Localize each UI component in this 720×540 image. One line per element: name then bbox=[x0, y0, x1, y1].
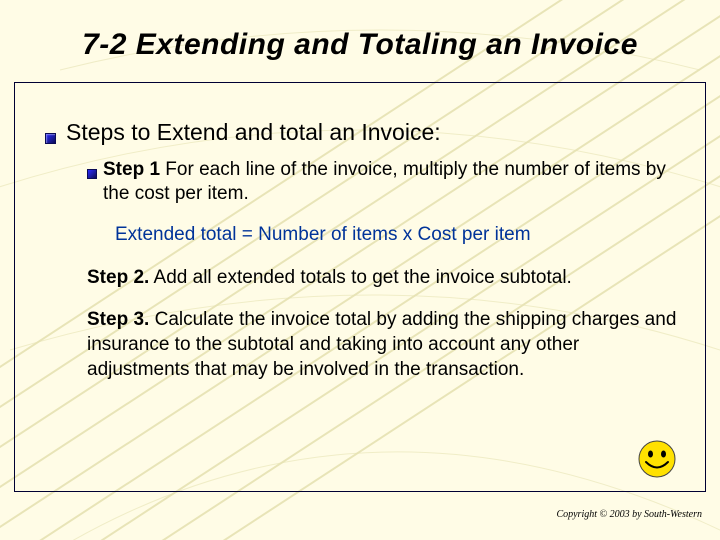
step1-label: Step 1 bbox=[103, 159, 160, 180]
heading-text: Steps to Extend and total an Invoice: bbox=[66, 119, 441, 146]
bullet-icon bbox=[87, 169, 97, 179]
heading-row: Steps to Extend and total an Invoice: bbox=[45, 119, 685, 146]
step3-label: Step 3. bbox=[87, 309, 149, 330]
step1-text: Step 1 For each line of the invoice, mul… bbox=[103, 158, 685, 206]
smiley-icon bbox=[637, 439, 677, 479]
step2-text: Step 2. Add all extended totals to get t… bbox=[87, 266, 685, 291]
bullet-icon bbox=[45, 133, 56, 144]
copyright-footer: Copyright © 2003 by South-Western bbox=[556, 509, 702, 520]
step1-block: Step 1 For each line of the invoice, mul… bbox=[87, 158, 685, 206]
step2-label: Step 2. bbox=[87, 267, 149, 288]
content-panel: Steps to Extend and total an Invoice: St… bbox=[14, 82, 706, 492]
step3-text: Step 3. Calculate the invoice total by a… bbox=[87, 308, 685, 382]
step1-body: For each line of the invoice, multiply t… bbox=[103, 159, 666, 204]
slide-title: 7-2 Extending and Totaling an Invoice bbox=[0, 28, 720, 62]
step3-body: Calculate the invoice total by adding th… bbox=[87, 309, 676, 379]
step2-body: Add all extended totals to get the invoi… bbox=[149, 267, 572, 288]
formula-text: Extended total = Number of items x Cost … bbox=[115, 224, 685, 246]
